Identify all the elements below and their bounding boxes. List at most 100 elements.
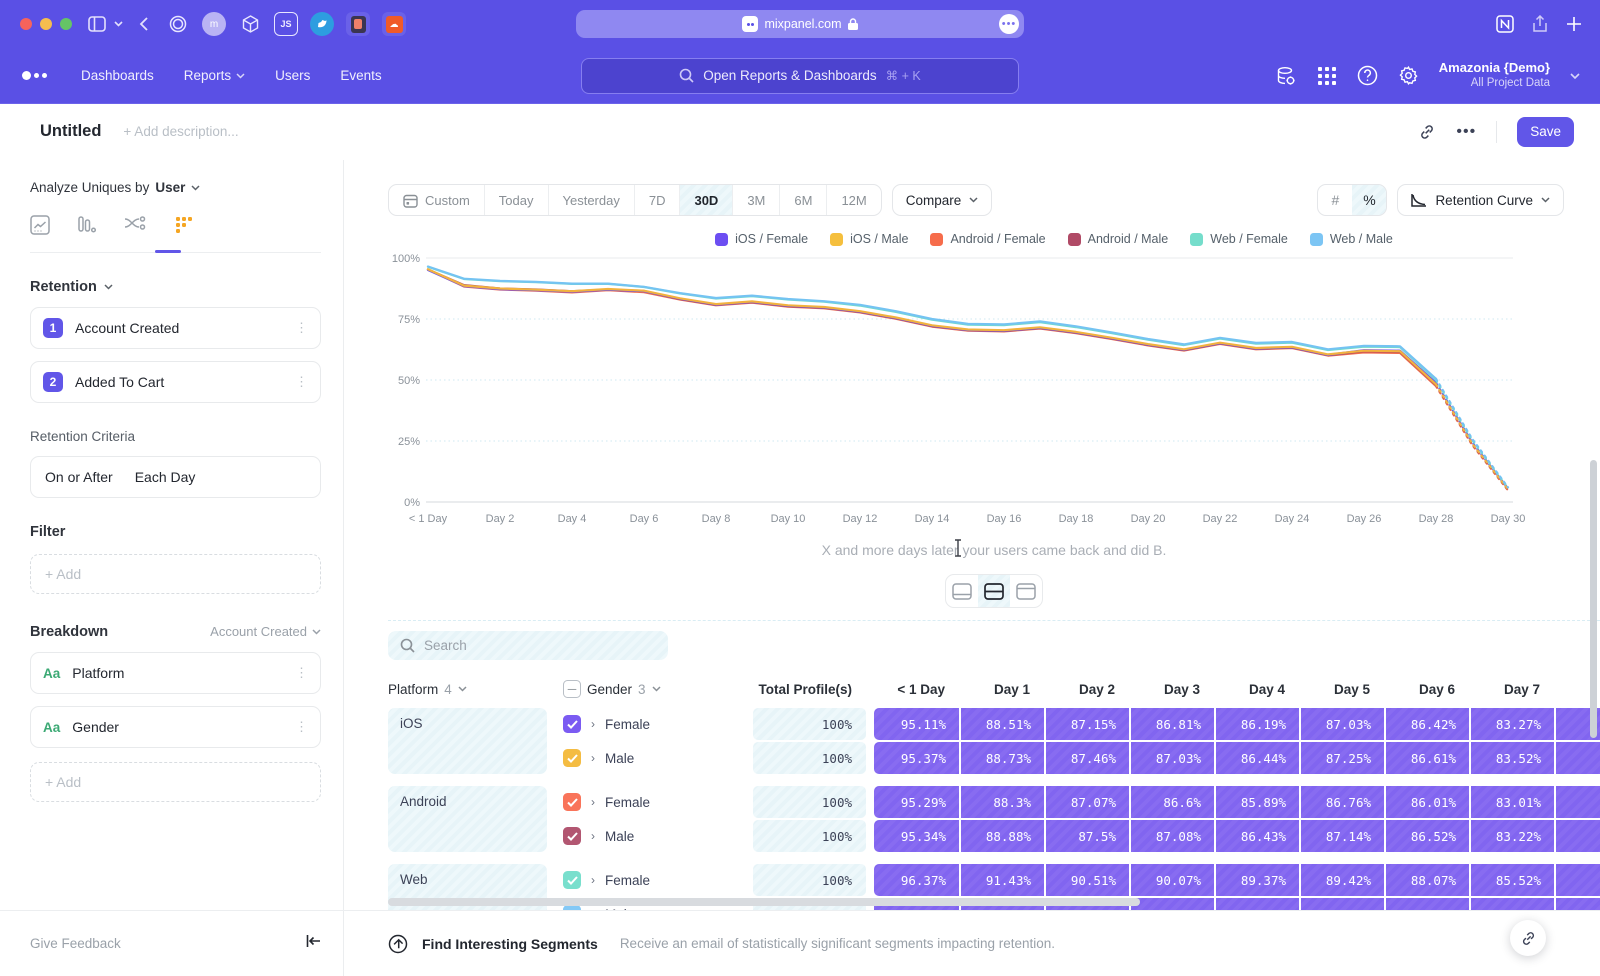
retention-value-cell[interactable]: 95.29% [874,786,959,818]
breakdown-applies-to[interactable]: Account Created [210,624,321,639]
range-3m[interactable]: 3M [733,185,780,215]
format-percent-button[interactable]: % [1352,185,1386,215]
tab-insights[interactable] [30,215,50,240]
retention-value-cell[interactable]: 83.52% [1469,742,1554,774]
gender-cell[interactable]: ›Female [563,864,753,896]
kebab-menu-icon[interactable]: ⋮ [295,724,308,729]
tab-funnels[interactable] [78,215,96,240]
analyze-value[interactable]: User [155,180,185,195]
pinned-tab-bird-icon[interactable] [310,12,334,36]
range-30d[interactable]: 30D [680,185,733,215]
retention-value-cell[interactable]: 83.22% [1469,820,1554,852]
retention-value-cell[interactable] [1554,820,1600,852]
nav-users[interactable]: Users [275,68,310,83]
retention-value-cell[interactable]: 86.42% [1384,708,1469,740]
series-line-web-male[interactable] [1436,379,1508,488]
retention-value-cell[interactable]: 89.42% [1299,864,1384,896]
gender-cell[interactable]: ›Female [563,708,753,740]
retention-line-chart[interactable]: 100%75%50%25%0%< 1 DayDay 2Day 4Day 6Day… [388,250,1553,528]
series-line-ios-female[interactable] [428,270,1436,383]
breakdown-card[interactable]: AaGender⋮ [30,706,321,748]
retention-value-cell[interactable] [1469,898,1554,910]
retention-value-cell[interactable]: 86.43% [1214,820,1299,852]
chevron-down-icon[interactable] [114,21,123,27]
retention-value-cell[interactable]: 87.07% [1044,786,1129,818]
retention-value-cell[interactable]: 88.3% [959,786,1044,818]
share-icon[interactable] [1532,15,1548,33]
retention-value-cell[interactable]: 87.03% [1129,742,1214,774]
segment-checkbox[interactable] [563,871,581,889]
table-search-input[interactable] [424,638,624,653]
range-12m[interactable]: 12M [827,185,880,215]
retention-value-cell[interactable]: 91.43% [959,864,1044,896]
copy-link-icon[interactable] [1418,123,1436,141]
retention-value-cell[interactable]: 83.27% [1469,708,1554,740]
retention-value-cell[interactable]: 85.89% [1214,786,1299,818]
global-search[interactable]: Open Reports & Dashboards ⌘ + K [581,58,1019,94]
more-options-icon[interactable]: ••• [1456,123,1476,141]
select-all-checkbox[interactable]: ─ [563,680,581,698]
site-options-icon[interactable]: ••• [999,14,1019,34]
retention-value-cell[interactable]: 86.52% [1384,820,1469,852]
day-column-header[interactable]: Day 5 [1299,682,1384,697]
format-absolute-button[interactable]: # [1318,185,1352,215]
expand-chevron-icon[interactable]: › [591,829,595,843]
back-icon[interactable] [139,17,148,31]
retention-value-cell[interactable]: 87.5% [1044,820,1129,852]
series-line-android-female[interactable] [428,270,1436,387]
day-column-header[interactable]: Day 4 [1214,682,1299,697]
range-custom[interactable]: Custom [389,185,485,215]
breakdown-card[interactable]: AaPlatform⋮ [30,652,321,694]
data-management-icon[interactable] [1275,65,1297,87]
retention-value-cell[interactable]: 86.19% [1214,708,1299,740]
mixpanel-logo[interactable] [22,71,47,80]
kebab-menu-icon[interactable]: ⋮ [295,379,308,384]
vertical-scrollbar[interactable] [1590,460,1597,738]
retention-value-cell[interactable]: 87.15% [1044,708,1129,740]
segment-checkbox[interactable] [563,827,581,845]
segment-checkbox[interactable] [563,749,581,767]
series-line-android-male[interactable] [428,270,1436,385]
expand-chevron-icon[interactable]: › [591,751,595,765]
apps-grid-icon[interactable] [1317,66,1337,86]
retention-value-cell[interactable]: 85.52% [1469,864,1554,896]
pinned-tab-js-icon[interactable]: JS [274,12,298,36]
gender-cell[interactable]: ›Female [563,786,753,818]
platform-cell[interactable]: iOS [388,708,547,774]
retention-value-cell[interactable] [1554,898,1600,910]
table-only-view-button[interactable] [1010,575,1042,607]
tab-retention[interactable] [174,215,194,240]
chart-caption[interactable]: X and more days later your users came ba… [388,542,1600,558]
legend-item[interactable]: iOS / Female [715,232,808,246]
total-column-header[interactable]: Total Profile(s) [753,682,866,697]
legend-item[interactable]: Web / Male [1310,232,1393,246]
maximize-window-icon[interactable] [60,18,72,30]
retention-value-cell[interactable]: 86.44% [1214,742,1299,774]
share-link-button[interactable] [1510,920,1546,956]
new-tab-icon[interactable] [1566,16,1582,32]
collapse-sidebar-icon[interactable] [306,934,321,953]
retention-value-cell[interactable]: 88.51% [959,708,1044,740]
retention-step-card[interactable]: 1Account Created⋮ [30,307,321,349]
day-column-header[interactable]: Day 2 [1044,682,1129,697]
retention-value-cell[interactable]: 90.07% [1129,864,1214,896]
gender-column-header[interactable]: ─ Gender3 [563,680,753,698]
browser-sidebar-icon[interactable] [88,16,106,32]
find-segments-title[interactable]: Find Interesting Segments [422,936,598,952]
tab-flows[interactable] [124,215,146,240]
compare-button[interactable]: Compare [892,184,993,216]
save-button[interactable]: Save [1517,117,1574,147]
retention-value-cell[interactable]: 86.01% [1384,786,1469,818]
gender-cell[interactable]: ›Male [563,742,753,774]
retention-value-cell[interactable]: 90.51% [1044,864,1129,896]
pinned-tab-avatar-icon[interactable]: m [202,12,226,36]
give-feedback-link[interactable]: Give Feedback [30,936,121,951]
add-breakdown-button[interactable]: + Add [30,762,321,802]
settings-gear-icon[interactable] [1398,65,1419,86]
retention-value-cell[interactable] [1554,864,1600,896]
kebab-menu-icon[interactable]: ⋮ [295,670,308,675]
retention-value-cell[interactable]: 95.11% [874,708,959,740]
window-controls[interactable] [20,18,72,30]
criteria-card[interactable]: On or After Each Day [30,456,321,498]
gender-cell[interactable]: ›Male [563,820,753,852]
